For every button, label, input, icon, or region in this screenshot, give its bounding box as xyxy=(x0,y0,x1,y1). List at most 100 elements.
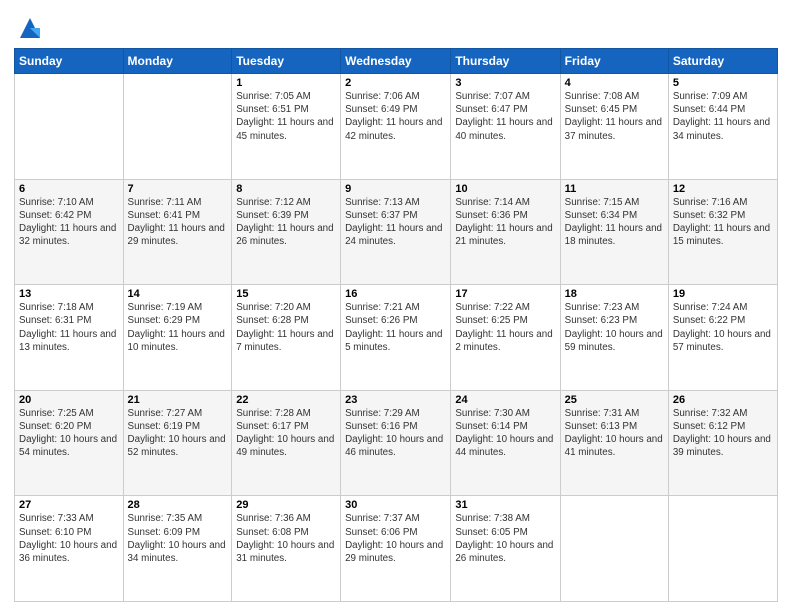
week-row-2: 6Sunrise: 7:10 AM Sunset: 6:42 PM Daylig… xyxy=(15,179,778,285)
day-number: 12 xyxy=(673,183,773,195)
weekday-sunday: Sunday xyxy=(15,49,124,74)
day-number: 21 xyxy=(128,394,228,406)
day-number: 25 xyxy=(565,394,664,406)
day-info: Sunrise: 7:07 AM Sunset: 6:47 PM Dayligh… xyxy=(455,90,555,143)
day-number: 15 xyxy=(236,288,336,300)
day-info: Sunrise: 7:09 AM Sunset: 6:44 PM Dayligh… xyxy=(673,90,773,143)
week-row-4: 20Sunrise: 7:25 AM Sunset: 6:20 PM Dayli… xyxy=(15,390,778,496)
day-info: Sunrise: 7:08 AM Sunset: 6:45 PM Dayligh… xyxy=(565,90,664,143)
day-info: Sunrise: 7:20 AM Sunset: 6:28 PM Dayligh… xyxy=(236,301,336,354)
calendar-cell: 22Sunrise: 7:28 AM Sunset: 6:17 PM Dayli… xyxy=(232,390,341,496)
day-number: 22 xyxy=(236,394,336,406)
day-number: 17 xyxy=(455,288,555,300)
day-number: 26 xyxy=(673,394,773,406)
day-number: 19 xyxy=(673,288,773,300)
day-info: Sunrise: 7:15 AM Sunset: 6:34 PM Dayligh… xyxy=(565,196,664,249)
calendar-cell xyxy=(15,74,124,180)
logo xyxy=(14,14,44,42)
day-number: 10 xyxy=(455,183,555,195)
day-info: Sunrise: 7:12 AM Sunset: 6:39 PM Dayligh… xyxy=(236,196,336,249)
day-info: Sunrise: 7:11 AM Sunset: 6:41 PM Dayligh… xyxy=(128,196,228,249)
day-number: 6 xyxy=(19,183,119,195)
day-info: Sunrise: 7:31 AM Sunset: 6:13 PM Dayligh… xyxy=(565,407,664,460)
day-number: 4 xyxy=(565,77,664,89)
day-info: Sunrise: 7:13 AM Sunset: 6:37 PM Dayligh… xyxy=(345,196,446,249)
calendar-cell: 30Sunrise: 7:37 AM Sunset: 6:06 PM Dayli… xyxy=(341,496,451,602)
day-info: Sunrise: 7:14 AM Sunset: 6:36 PM Dayligh… xyxy=(455,196,555,249)
calendar-cell: 6Sunrise: 7:10 AM Sunset: 6:42 PM Daylig… xyxy=(15,179,124,285)
day-number: 13 xyxy=(19,288,119,300)
day-number: 30 xyxy=(345,499,446,511)
day-info: Sunrise: 7:33 AM Sunset: 6:10 PM Dayligh… xyxy=(19,512,119,565)
calendar-cell: 25Sunrise: 7:31 AM Sunset: 6:13 PM Dayli… xyxy=(560,390,668,496)
calendar-cell: 29Sunrise: 7:36 AM Sunset: 6:08 PM Dayli… xyxy=(232,496,341,602)
day-info: Sunrise: 7:38 AM Sunset: 6:05 PM Dayligh… xyxy=(455,512,555,565)
calendar-cell: 10Sunrise: 7:14 AM Sunset: 6:36 PM Dayli… xyxy=(451,179,560,285)
calendar-cell: 7Sunrise: 7:11 AM Sunset: 6:41 PM Daylig… xyxy=(123,179,232,285)
day-info: Sunrise: 7:35 AM Sunset: 6:09 PM Dayligh… xyxy=(128,512,228,565)
day-number: 11 xyxy=(565,183,664,195)
day-number: 5 xyxy=(673,77,773,89)
day-info: Sunrise: 7:18 AM Sunset: 6:31 PM Dayligh… xyxy=(19,301,119,354)
calendar-cell: 23Sunrise: 7:29 AM Sunset: 6:16 PM Dayli… xyxy=(341,390,451,496)
calendar-table: SundayMondayTuesdayWednesdayThursdayFrid… xyxy=(14,48,778,602)
calendar-cell: 24Sunrise: 7:30 AM Sunset: 6:14 PM Dayli… xyxy=(451,390,560,496)
calendar-cell: 11Sunrise: 7:15 AM Sunset: 6:34 PM Dayli… xyxy=(560,179,668,285)
calendar-cell: 18Sunrise: 7:23 AM Sunset: 6:23 PM Dayli… xyxy=(560,285,668,391)
week-row-3: 13Sunrise: 7:18 AM Sunset: 6:31 PM Dayli… xyxy=(15,285,778,391)
day-number: 9 xyxy=(345,183,446,195)
calendar-cell: 13Sunrise: 7:18 AM Sunset: 6:31 PM Dayli… xyxy=(15,285,124,391)
weekday-friday: Friday xyxy=(560,49,668,74)
calendar-cell: 4Sunrise: 7:08 AM Sunset: 6:45 PM Daylig… xyxy=(560,74,668,180)
day-info: Sunrise: 7:32 AM Sunset: 6:12 PM Dayligh… xyxy=(673,407,773,460)
day-info: Sunrise: 7:19 AM Sunset: 6:29 PM Dayligh… xyxy=(128,301,228,354)
day-number: 1 xyxy=(236,77,336,89)
calendar-cell: 31Sunrise: 7:38 AM Sunset: 6:05 PM Dayli… xyxy=(451,496,560,602)
calendar-cell: 12Sunrise: 7:16 AM Sunset: 6:32 PM Dayli… xyxy=(668,179,777,285)
calendar-cell: 27Sunrise: 7:33 AM Sunset: 6:10 PM Dayli… xyxy=(15,496,124,602)
day-info: Sunrise: 7:29 AM Sunset: 6:16 PM Dayligh… xyxy=(345,407,446,460)
day-info: Sunrise: 7:06 AM Sunset: 6:49 PM Dayligh… xyxy=(345,90,446,143)
calendar-cell: 9Sunrise: 7:13 AM Sunset: 6:37 PM Daylig… xyxy=(341,179,451,285)
day-info: Sunrise: 7:28 AM Sunset: 6:17 PM Dayligh… xyxy=(236,407,336,460)
calendar-cell: 15Sunrise: 7:20 AM Sunset: 6:28 PM Dayli… xyxy=(232,285,341,391)
day-number: 20 xyxy=(19,394,119,406)
day-info: Sunrise: 7:37 AM Sunset: 6:06 PM Dayligh… xyxy=(345,512,446,565)
calendar-cell: 5Sunrise: 7:09 AM Sunset: 6:44 PM Daylig… xyxy=(668,74,777,180)
calendar-cell: 8Sunrise: 7:12 AM Sunset: 6:39 PM Daylig… xyxy=(232,179,341,285)
day-number: 14 xyxy=(128,288,228,300)
calendar-cell: 2Sunrise: 7:06 AM Sunset: 6:49 PM Daylig… xyxy=(341,74,451,180)
week-row-1: 1Sunrise: 7:05 AM Sunset: 6:51 PM Daylig… xyxy=(15,74,778,180)
day-number: 7 xyxy=(128,183,228,195)
calendar-cell xyxy=(668,496,777,602)
calendar-cell: 14Sunrise: 7:19 AM Sunset: 6:29 PM Dayli… xyxy=(123,285,232,391)
weekday-wednesday: Wednesday xyxy=(341,49,451,74)
logo-icon xyxy=(16,14,44,42)
day-info: Sunrise: 7:25 AM Sunset: 6:20 PM Dayligh… xyxy=(19,407,119,460)
day-number: 3 xyxy=(455,77,555,89)
calendar-cell: 28Sunrise: 7:35 AM Sunset: 6:09 PM Dayli… xyxy=(123,496,232,602)
calendar-cell: 17Sunrise: 7:22 AM Sunset: 6:25 PM Dayli… xyxy=(451,285,560,391)
day-number: 27 xyxy=(19,499,119,511)
day-number: 18 xyxy=(565,288,664,300)
weekday-monday: Monday xyxy=(123,49,232,74)
weekday-header-row: SundayMondayTuesdayWednesdayThursdayFrid… xyxy=(15,49,778,74)
calendar-cell: 20Sunrise: 7:25 AM Sunset: 6:20 PM Dayli… xyxy=(15,390,124,496)
calendar-cell: 1Sunrise: 7:05 AM Sunset: 6:51 PM Daylig… xyxy=(232,74,341,180)
day-number: 16 xyxy=(345,288,446,300)
week-row-5: 27Sunrise: 7:33 AM Sunset: 6:10 PM Dayli… xyxy=(15,496,778,602)
day-number: 2 xyxy=(345,77,446,89)
calendar-cell: 16Sunrise: 7:21 AM Sunset: 6:26 PM Dayli… xyxy=(341,285,451,391)
day-number: 24 xyxy=(455,394,555,406)
day-info: Sunrise: 7:36 AM Sunset: 6:08 PM Dayligh… xyxy=(236,512,336,565)
day-info: Sunrise: 7:30 AM Sunset: 6:14 PM Dayligh… xyxy=(455,407,555,460)
day-number: 23 xyxy=(345,394,446,406)
calendar-cell: 19Sunrise: 7:24 AM Sunset: 6:22 PM Dayli… xyxy=(668,285,777,391)
header xyxy=(14,10,778,42)
day-number: 31 xyxy=(455,499,555,511)
day-info: Sunrise: 7:27 AM Sunset: 6:19 PM Dayligh… xyxy=(128,407,228,460)
day-info: Sunrise: 7:21 AM Sunset: 6:26 PM Dayligh… xyxy=(345,301,446,354)
day-info: Sunrise: 7:10 AM Sunset: 6:42 PM Dayligh… xyxy=(19,196,119,249)
calendar-cell: 3Sunrise: 7:07 AM Sunset: 6:47 PM Daylig… xyxy=(451,74,560,180)
calendar-cell: 26Sunrise: 7:32 AM Sunset: 6:12 PM Dayli… xyxy=(668,390,777,496)
